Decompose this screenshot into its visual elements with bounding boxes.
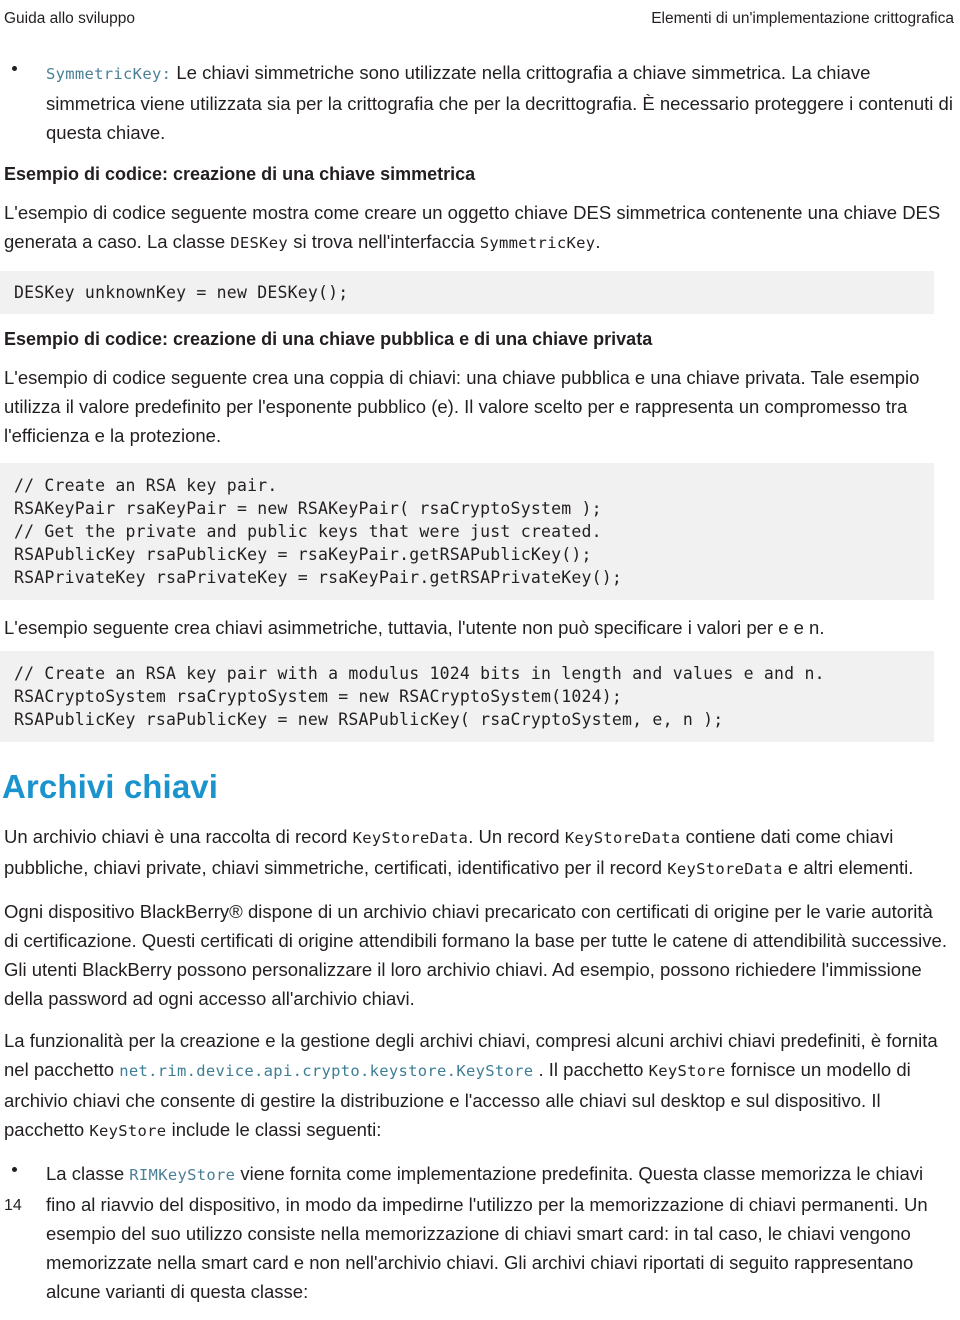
inline-code-deskey: DESKey bbox=[230, 234, 289, 252]
subheading-keypair-example: Esempio di codice: creazione di una chia… bbox=[4, 329, 653, 349]
subheading-symmetric-key-example: Esempio di codice: creazione di una chia… bbox=[4, 164, 476, 184]
inline-code-package-keystore: net.rim.device.api.crypto.keystore.KeySt… bbox=[119, 1062, 534, 1080]
paragraph-asymmetric: L'esempio seguente crea chiavi asimmetri… bbox=[4, 617, 825, 638]
bullet-dot-icon bbox=[12, 1167, 17, 1173]
paragraph-symmetric-key: L'esempio di codice seguente mostra come… bbox=[0, 198, 960, 258]
document-page: Guida allo sviluppo Elementi di un'imple… bbox=[0, 0, 960, 1302]
bullet-dot-icon bbox=[12, 66, 17, 72]
inline-code-keystore-1: KeyStore bbox=[648, 1062, 726, 1080]
document-content: SymmetricKey: Le chiavi simmetriche sono… bbox=[0, 58, 960, 1320]
list-item: SymmetricKey: Le chiavi simmetriche sono… bbox=[0, 58, 960, 147]
text-run: Un archivio chiavi è una raccolta di rec… bbox=[4, 826, 353, 847]
paragraph-blackberry-keystore: Ogni dispositivo BlackBerry® dispone di … bbox=[4, 901, 947, 1009]
text-run: include le classi seguenti: bbox=[166, 1119, 382, 1140]
paragraph-keystoredata: Un archivio chiavi è una raccolta di rec… bbox=[0, 822, 960, 884]
list-item: La classe RIMKeyStore viene fornita come… bbox=[0, 1159, 960, 1306]
page-number: 14 bbox=[4, 1197, 22, 1214]
inline-code-keystoredata-3: KeyStoreData bbox=[667, 860, 783, 878]
code-block-deskey: DESKey unknownKey = new DESKey(); bbox=[0, 271, 934, 314]
running-header-right: Elementi di un'implementazione crittogra… bbox=[651, 10, 954, 27]
list-item-text: La classe RIMKeyStore viene fornita come… bbox=[46, 1159, 960, 1306]
text-run: . Il pacchetto bbox=[533, 1059, 649, 1080]
code-block-rsa-keypair: // Create an RSA key pair. RSAKeyPair rs… bbox=[0, 463, 934, 600]
section-heading-archivi-chiavi: Archivi chiavi bbox=[2, 768, 218, 805]
inline-code-symmetrickey: SymmetricKey: bbox=[46, 65, 172, 83]
text-run: . bbox=[595, 231, 601, 252]
inline-code-symmetrickey-iface: SymmetricKey bbox=[479, 234, 596, 252]
paragraph-keystore-package: La funzionalità per la creazione e la ge… bbox=[0, 1026, 960, 1146]
inline-code-rimkeystore: RIMKeyStore bbox=[129, 1166, 236, 1184]
inline-code-keystoredata-1: KeyStoreData bbox=[352, 829, 469, 847]
list-item-text: SymmetricKey: Le chiavi simmetriche sono… bbox=[46, 58, 960, 147]
paragraph-keypair: L'esempio di codice seguente crea una co… bbox=[4, 367, 920, 446]
running-header-left: Guida allo sviluppo bbox=[4, 10, 135, 27]
running-header: Guida allo sviluppo Elementi di un'imple… bbox=[0, 8, 960, 30]
code-block-rsa-modulus: // Create an RSA key pair with a modulus… bbox=[0, 651, 934, 742]
list-item-body: Le chiavi simmetriche sono utilizzate ne… bbox=[46, 62, 953, 143]
inline-code-keystore-2: KeyStore bbox=[89, 1122, 167, 1140]
inline-code-keystoredata-2: KeyStoreData bbox=[564, 829, 681, 847]
text-run: si trova nell'interfaccia bbox=[288, 231, 480, 252]
text-run: La classe bbox=[46, 1163, 130, 1184]
text-run: . Un record bbox=[468, 826, 565, 847]
text-run: e altri elementi. bbox=[782, 857, 914, 878]
